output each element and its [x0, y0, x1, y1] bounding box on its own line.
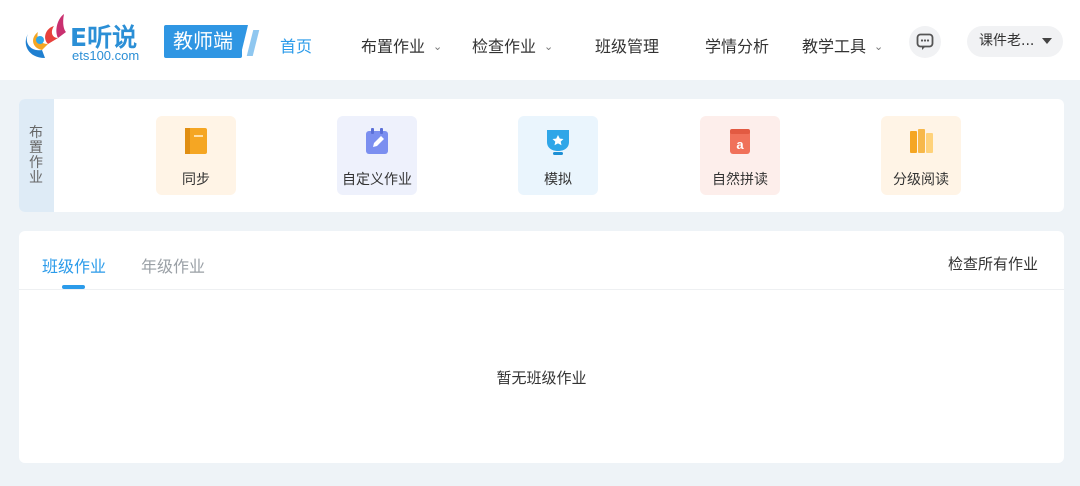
edit-calendar-icon — [366, 128, 388, 154]
nav-assign-homework[interactable]: 布置作业 ⌄ — [361, 33, 442, 57]
assign-panel: 布置作业 同步 自定义作业 模拟 a 自然拼读 分级阅读 — [19, 99, 1064, 212]
nav-analysis-label: 学情分析 — [705, 37, 770, 56]
nav-tools-label: 教学工具 — [802, 37, 867, 56]
tile-sync-label: 同步 — [182, 172, 210, 188]
tab-grade-homework[interactable]: 年级作业 — [141, 253, 205, 277]
tab-class-homework[interactable]: 班级作业 — [42, 253, 106, 277]
tile-mock[interactable]: 模拟 — [518, 116, 598, 195]
nav-learning-analysis[interactable]: 学情分析 — [705, 33, 769, 57]
user-name: 课件老... — [979, 33, 1035, 49]
letter-a-icon: a — [730, 129, 750, 154]
nav-class-label: 班级管理 — [595, 37, 660, 56]
caret-down-icon — [1042, 38, 1052, 44]
assign-side-text: 布置作业 — [29, 125, 43, 186]
logo[interactable]: E听说 ets100.com 教师端 — [18, 8, 260, 68]
empty-state-text: 暂无班级作业 — [496, 369, 587, 387]
logo-badge: 教师端 — [164, 25, 242, 58]
book-icon — [185, 128, 207, 154]
badge-icon — [547, 130, 569, 155]
nav-home-label: 首页 — [280, 37, 313, 56]
message-icon — [916, 33, 934, 50]
tile-custom-label: 自定义作业 — [342, 172, 412, 188]
assign-side-label: 布置作业 — [19, 99, 54, 212]
nav-home[interactable]: 首页 — [280, 33, 312, 57]
tile-sync[interactable]: 同步 — [156, 116, 236, 195]
tile-mock-label: 模拟 — [544, 172, 572, 188]
logo-url: ets100.com — [72, 48, 140, 63]
divider — [19, 289, 1064, 290]
tile-reading-label: 分级阅读 — [893, 172, 949, 188]
check-all-homework-link[interactable]: 检查所有作业 — [948, 253, 1038, 274]
top-header: E听说 ets100.com 教师端 首页 布置作业 ⌄ 检查作业 ⌄ 班级管理 学… — [0, 0, 1080, 80]
logo-mark-icon — [25, 14, 66, 58]
tile-phonics-label: 自然拼读 — [712, 172, 768, 188]
nav-assign-label: 布置作业 — [361, 37, 426, 56]
nav-teaching-tools[interactable]: 教学工具 ⌄ — [802, 33, 883, 57]
tile-graded-reading[interactable]: 分级阅读 — [881, 116, 961, 195]
user-menu-button[interactable]: 课件老... — [967, 26, 1063, 57]
tile-phonics[interactable]: a 自然拼读 — [700, 116, 780, 195]
chevron-down-icon: ⌄ — [874, 40, 884, 53]
chevron-down-icon: ⌄ — [433, 40, 443, 53]
nav-check-homework[interactable]: 检查作业 ⌄ — [472, 33, 553, 57]
svg-text:a: a — [736, 137, 744, 152]
chevron-down-icon: ⌄ — [544, 40, 554, 53]
tile-custom-homework[interactable]: 自定义作业 — [337, 116, 417, 195]
logo-badge-stripe — [246, 30, 260, 56]
nav-class-management[interactable]: 班级管理 — [595, 33, 659, 57]
message-button[interactable] — [909, 26, 941, 58]
nav-check-label: 检查作业 — [472, 37, 537, 56]
books-icon — [910, 129, 933, 153]
homework-panel: 班级作业 年级作业 检查所有作业 暂无班级作业 — [19, 231, 1064, 463]
